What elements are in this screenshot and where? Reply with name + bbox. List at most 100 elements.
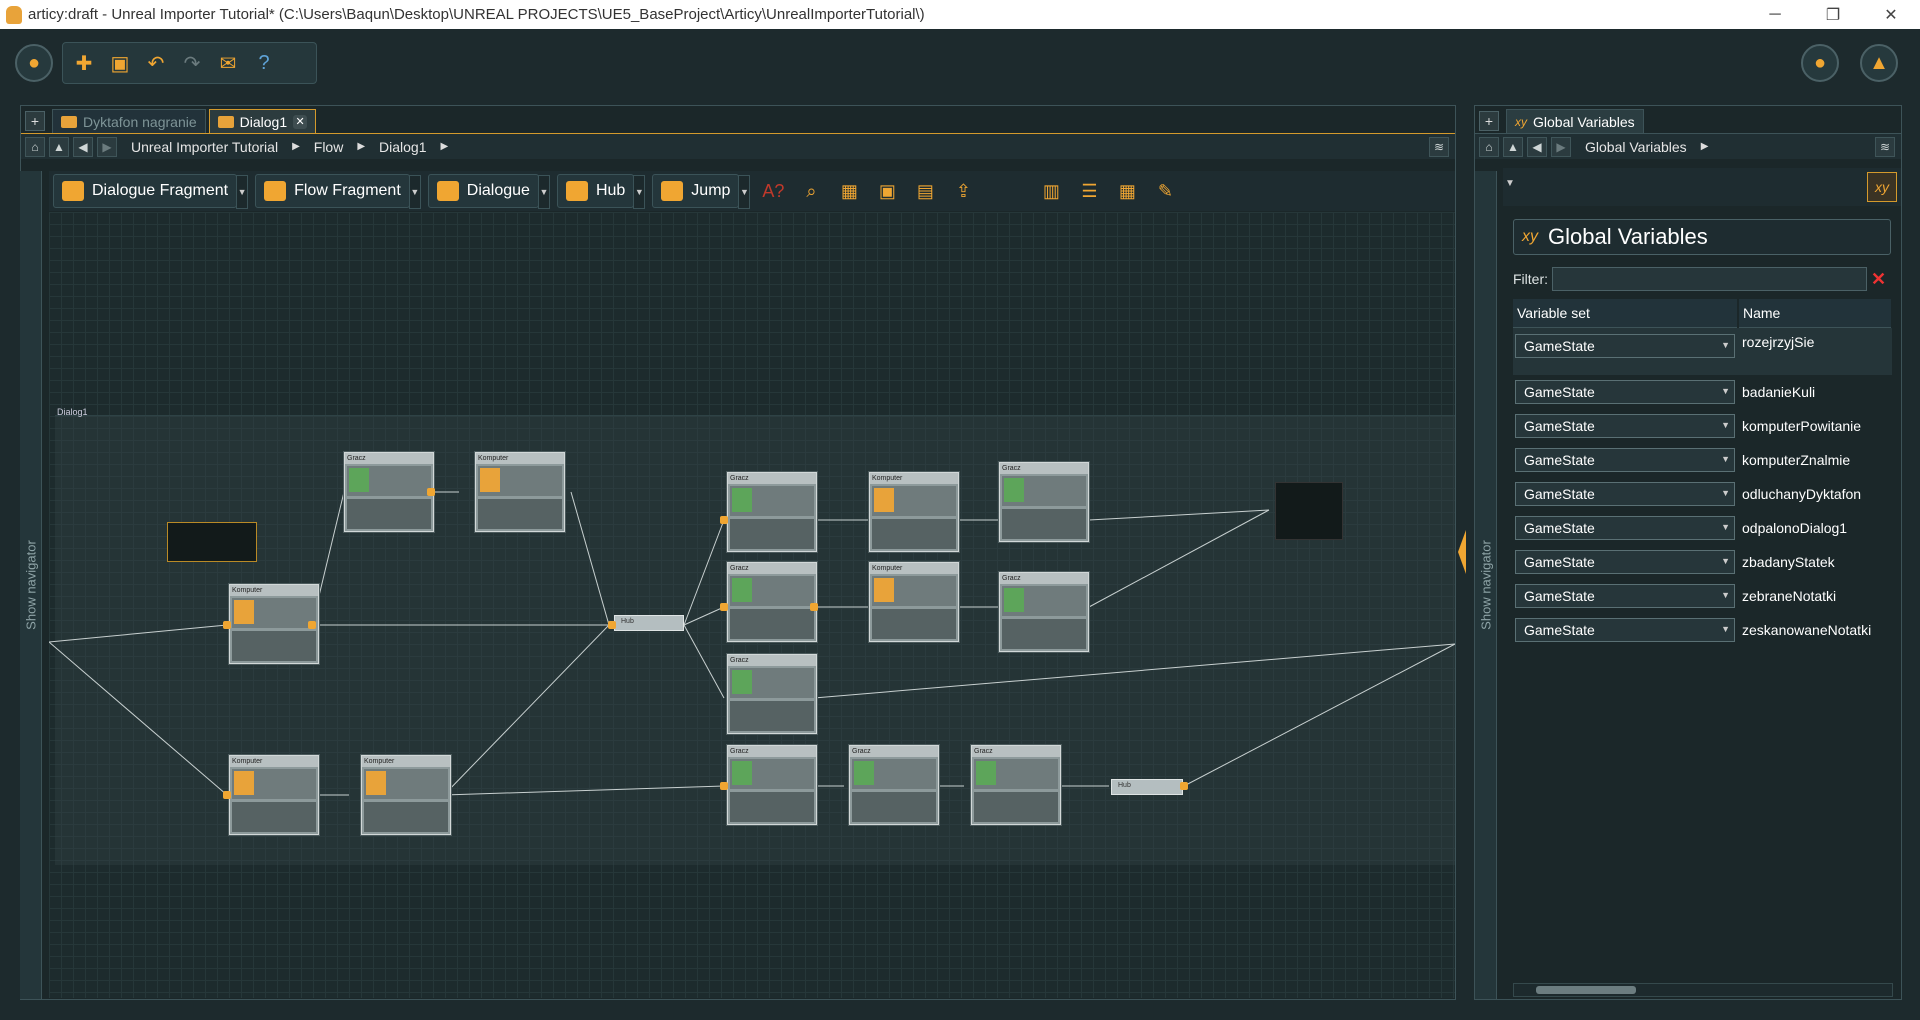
note-node[interactable] bbox=[167, 522, 257, 562]
table-row[interactable]: GameState ▼ badanieKuli bbox=[1513, 375, 1892, 409]
jump-button[interactable]: Jump ▼ bbox=[652, 174, 751, 209]
flow-node[interactable]: Komputer bbox=[229, 755, 319, 835]
upload-icon[interactable]: ⇪ bbox=[949, 176, 977, 206]
close-tab-icon[interactable]: ✕ bbox=[293, 114, 308, 129]
variable-set-select[interactable]: GameState ▼ bbox=[1515, 516, 1735, 540]
flow-node[interactable]: Gracz bbox=[849, 745, 939, 825]
chevron-down-icon[interactable]: ▼ bbox=[738, 175, 751, 209]
variable-set-select[interactable]: GameState ▼ bbox=[1515, 482, 1735, 506]
flow-node[interactable]: Gracz bbox=[999, 462, 1089, 542]
home-icon[interactable]: ⌂ bbox=[25, 136, 45, 157]
flow-node[interactable]: Gracz bbox=[727, 472, 817, 552]
table-row[interactable]: GameState ▼ rozejrzyjSie bbox=[1513, 327, 1892, 375]
table-row[interactable]: GameState ▼ komputerPowitanie bbox=[1513, 409, 1892, 443]
dialogue-fragment-button[interactable]: Dialogue Fragment ▼ bbox=[53, 174, 249, 209]
breadcrumb-item[interactable]: Global Variables bbox=[1585, 139, 1687, 155]
flow-node[interactable]: Komputer bbox=[869, 562, 959, 642]
up-icon[interactable]: ▲ bbox=[49, 136, 69, 157]
variable-set-select[interactable]: GameState ▼ bbox=[1515, 380, 1735, 404]
scrollbar-thumb[interactable] bbox=[1536, 986, 1636, 994]
tab-dialog1[interactable]: Dialog1 ✕ bbox=[208, 109, 317, 133]
variable-name[interactable]: odpalonoDialog1 bbox=[1738, 511, 1892, 545]
flow-node[interactable]: Komputer bbox=[229, 584, 319, 664]
navigator-strip[interactable]: Show navigator bbox=[1475, 171, 1497, 999]
list-view-icon[interactable]: ☰ bbox=[1075, 176, 1103, 206]
redo-icon[interactable]: ↷ bbox=[177, 48, 207, 78]
flow-node[interactable]: Komputer bbox=[869, 472, 959, 552]
flow-node[interactable]: Gracz bbox=[727, 745, 817, 825]
account-icon[interactable]: ● bbox=[1801, 44, 1839, 82]
help-icon[interactable]: ? bbox=[249, 48, 279, 78]
tab-global-variables[interactable]: xy Global Variables bbox=[1506, 109, 1644, 133]
variable-name[interactable]: komputerPowitanie bbox=[1738, 409, 1892, 443]
chevron-right-icon[interactable]: ▶ bbox=[441, 141, 449, 152]
table-row[interactable]: GameState ▼ odpalonoDialog1 bbox=[1513, 511, 1892, 545]
table-row[interactable]: GameState ▼ odluchanyDyktafon bbox=[1513, 477, 1892, 511]
column-header-name[interactable]: Name bbox=[1738, 299, 1893, 328]
chevron-down-icon[interactable]: ▼ bbox=[1505, 178, 1515, 189]
flow-node[interactable]: Komputer bbox=[361, 755, 451, 835]
spellcheck-icon[interactable]: A? bbox=[759, 176, 787, 206]
minimize-button[interactable]: ─ bbox=[1746, 0, 1804, 29]
rss-icon[interactable]: ≋ bbox=[1429, 136, 1449, 157]
save-icon[interactable]: ▣ bbox=[105, 48, 135, 78]
filter-input[interactable] bbox=[1552, 267, 1867, 291]
add-tab-button[interactable]: + bbox=[1479, 111, 1499, 131]
table-row[interactable]: GameState ▼ zbadanyStatek bbox=[1513, 545, 1892, 579]
up-icon[interactable]: ▲ bbox=[1503, 136, 1523, 157]
variables-icon[interactable]: xy bbox=[1867, 172, 1897, 202]
variable-set-select[interactable]: GameState ▼ bbox=[1515, 618, 1735, 642]
flow-node[interactable]: Gracz bbox=[344, 452, 434, 532]
flow-node[interactable]: Komputer bbox=[475, 452, 565, 532]
rss-icon[interactable]: ≋ bbox=[1875, 136, 1895, 157]
forward-icon[interactable]: ▶ bbox=[1551, 136, 1571, 157]
back-icon[interactable]: ◀ bbox=[73, 136, 93, 157]
dialogue-button[interactable]: Dialogue ▼ bbox=[427, 174, 550, 209]
horizontal-scrollbar[interactable] bbox=[1513, 983, 1893, 997]
breadcrumb-item[interactable]: Flow bbox=[314, 139, 344, 155]
layout-icon[interactable]: ▥ bbox=[1037, 176, 1065, 206]
add-tab-button[interactable]: + bbox=[25, 111, 45, 131]
restore-button[interactable]: ❐ bbox=[1804, 0, 1862, 29]
chevron-down-icon[interactable]: ▼ bbox=[633, 175, 646, 209]
variable-set-select[interactable]: GameState ▼ bbox=[1515, 448, 1735, 472]
forward-icon[interactable]: ▶ bbox=[97, 136, 117, 157]
academy-icon[interactable]: ▲ bbox=[1860, 44, 1898, 82]
variable-name[interactable]: zebraneNotatki bbox=[1738, 579, 1892, 613]
chevron-down-icon[interactable]: ▼ bbox=[537, 175, 550, 209]
chevron-right-icon[interactable]: ▶ bbox=[1701, 141, 1709, 152]
close-button[interactable]: ✕ bbox=[1862, 0, 1920, 29]
flow-node[interactable]: Gracz bbox=[727, 654, 817, 734]
zoom-icon[interactable]: ⌕ bbox=[797, 176, 825, 206]
flow-fragment-button[interactable]: Flow Fragment ▼ bbox=[255, 174, 421, 209]
jump-node[interactable] bbox=[1275, 482, 1343, 540]
variable-name[interactable]: badanieKuli bbox=[1738, 375, 1892, 409]
variable-name[interactable]: zbadanyStatek bbox=[1738, 545, 1892, 579]
fit-view-icon[interactable]: ▦ bbox=[835, 176, 863, 206]
variable-name[interactable]: odluchanyDyktafon bbox=[1738, 477, 1892, 511]
clear-filter-icon[interactable]: ✕ bbox=[1871, 269, 1886, 290]
variable-set-select[interactable]: GameState ▼ bbox=[1515, 414, 1735, 438]
breadcrumb-item[interactable]: Dialog1 bbox=[379, 139, 426, 155]
splitter-handle-icon[interactable] bbox=[1458, 530, 1466, 574]
table-row[interactable]: GameState ▼ komputerZnalmie bbox=[1513, 443, 1892, 477]
variable-set-select[interactable]: GameState ▼ bbox=[1515, 550, 1735, 574]
flow-canvas[interactable]: Dialog1 Komputer Gracz Komputer Hub Grac… bbox=[49, 212, 1455, 998]
table-row[interactable]: GameState ▼ zebraneNotatki bbox=[1513, 579, 1892, 613]
chevron-down-icon[interactable]: ▼ bbox=[408, 175, 421, 209]
table-row[interactable]: GameState ▼ zeskanowaneNotatki bbox=[1513, 613, 1892, 647]
export-xps-icon[interactable]: ▤ bbox=[911, 176, 939, 206]
image-icon[interactable]: ▣ bbox=[873, 176, 901, 206]
mail-icon[interactable]: ✉ bbox=[213, 48, 243, 78]
tab-dyktafon-nagranie[interactable]: Dyktafon nagranie bbox=[52, 109, 206, 133]
flow-node[interactable]: Gracz bbox=[971, 745, 1061, 825]
hub-node[interactable]: Hub bbox=[1111, 779, 1183, 795]
new-icon[interactable]: ✚ bbox=[69, 48, 99, 78]
flow-node[interactable]: Gracz bbox=[999, 572, 1089, 652]
home-icon[interactable]: ⌂ bbox=[1479, 136, 1499, 157]
chevron-right-icon[interactable]: ▶ bbox=[357, 141, 365, 152]
variable-name[interactable]: rozejrzyjSie bbox=[1738, 327, 1892, 375]
grid-view-icon[interactable]: ▦ bbox=[1113, 176, 1141, 206]
chevron-down-icon[interactable]: ▼ bbox=[236, 175, 249, 209]
user-menu-icon[interactable]: ● bbox=[15, 44, 53, 82]
